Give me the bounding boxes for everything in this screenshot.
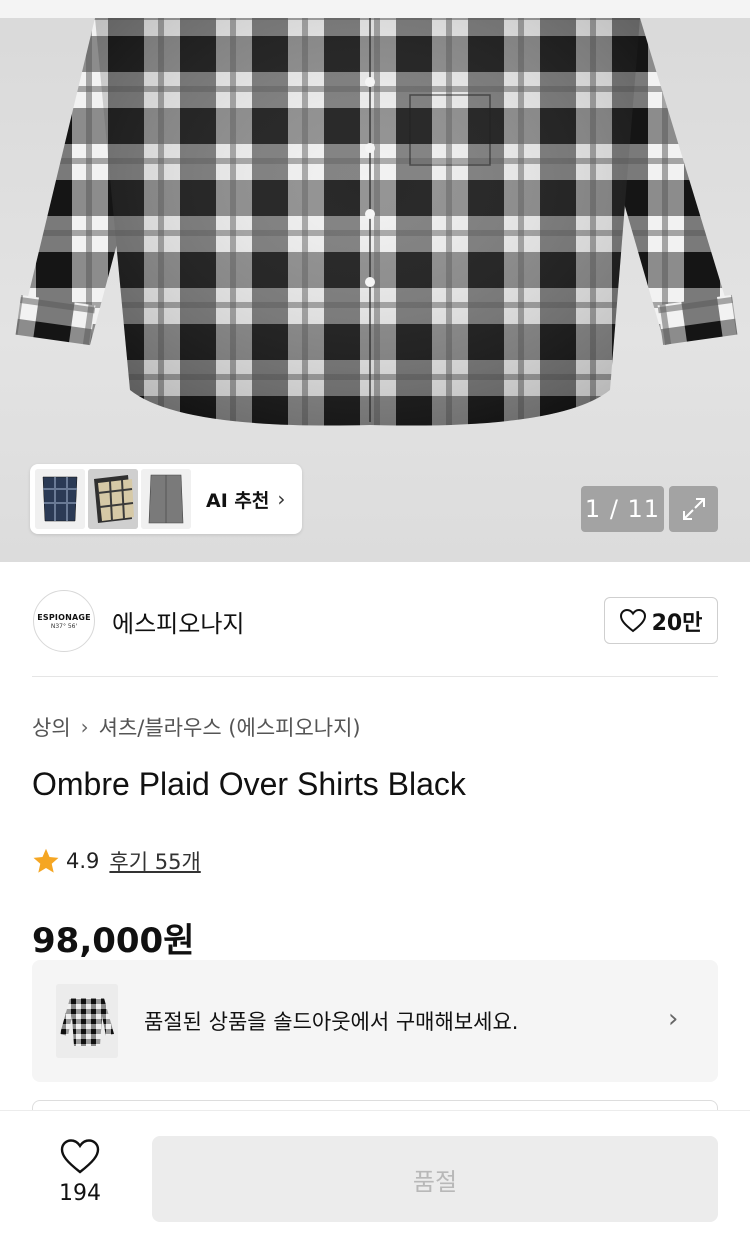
ai-recommend-label: AI 추천: [206, 489, 270, 512]
thumbnail-navy-shirt[interactable]: [35, 469, 85, 529]
brand-logo-subtext: N37° 56': [50, 622, 78, 630]
brand-like-button[interactable]: 20만: [604, 597, 718, 644]
chevron-right-icon: ›: [80, 715, 89, 739]
thumbnail-strip: AI 추천 ›: [30, 464, 302, 534]
star-icon: [33, 848, 59, 873]
brand-logo[interactable]: ESPIONAGE N37° 56': [33, 590, 95, 652]
product-title: Ombre Plaid Over Shirts Black: [32, 766, 466, 802]
heart-icon: [60, 1139, 100, 1174]
product-rating: 4.9 후기 55개: [32, 846, 201, 876]
divider: [32, 676, 718, 677]
chevron-right-icon: ›: [668, 1004, 679, 1034]
soldout-banner[interactable]: 품절된 상품을 솔드아웃에서 구매해보세요. ›: [32, 960, 718, 1082]
brand-name[interactable]: 에스피오나지: [112, 604, 244, 639]
soldout-button[interactable]: 품절: [152, 1136, 718, 1222]
soldout-banner-text: 품절된 상품을 솔드아웃에서 구매해보세요.: [144, 1010, 519, 1034]
heart-icon: [619, 608, 646, 632]
brand-row: ESPIONAGE N37° 56' 에스피오나지 20만: [0, 562, 750, 678]
brand-like-count: 20만: [651, 610, 703, 636]
product-price: 98,000원: [32, 921, 195, 961]
wishlist-count: 194: [59, 1181, 101, 1206]
reviews-link[interactable]: 후기 55개: [109, 846, 200, 876]
breadcrumb-item-subcategory[interactable]: 셔츠/블라우스 (에스피오나지): [99, 712, 361, 742]
thumbnail-gray-shirt[interactable]: [141, 469, 191, 529]
rating-score: 4.9: [66, 849, 100, 873]
image-pager: 1 / 11: [581, 486, 664, 532]
brand-logo-text: ESPIONAGE: [37, 612, 91, 622]
expand-icon: [682, 498, 705, 520]
expand-button[interactable]: [669, 486, 718, 532]
wishlist-button[interactable]: 194: [50, 1139, 110, 1206]
bottom-action-bar: 194 품절: [0, 1110, 750, 1234]
product-image-gallery[interactable]: AI 추천 › 1 / 11: [0, 0, 750, 562]
breadcrumb: 상의 › 셔츠/블라우스 (에스피오나지): [32, 712, 361, 742]
ai-recommend-link[interactable]: AI 추천 ›: [206, 486, 285, 513]
breadcrumb-item-category[interactable]: 상의: [32, 712, 71, 742]
chevron-right-icon: ›: [277, 487, 286, 511]
soldout-product-thumbnail: [56, 984, 118, 1058]
thumbnail-beige-shirt[interactable]: [88, 469, 138, 529]
